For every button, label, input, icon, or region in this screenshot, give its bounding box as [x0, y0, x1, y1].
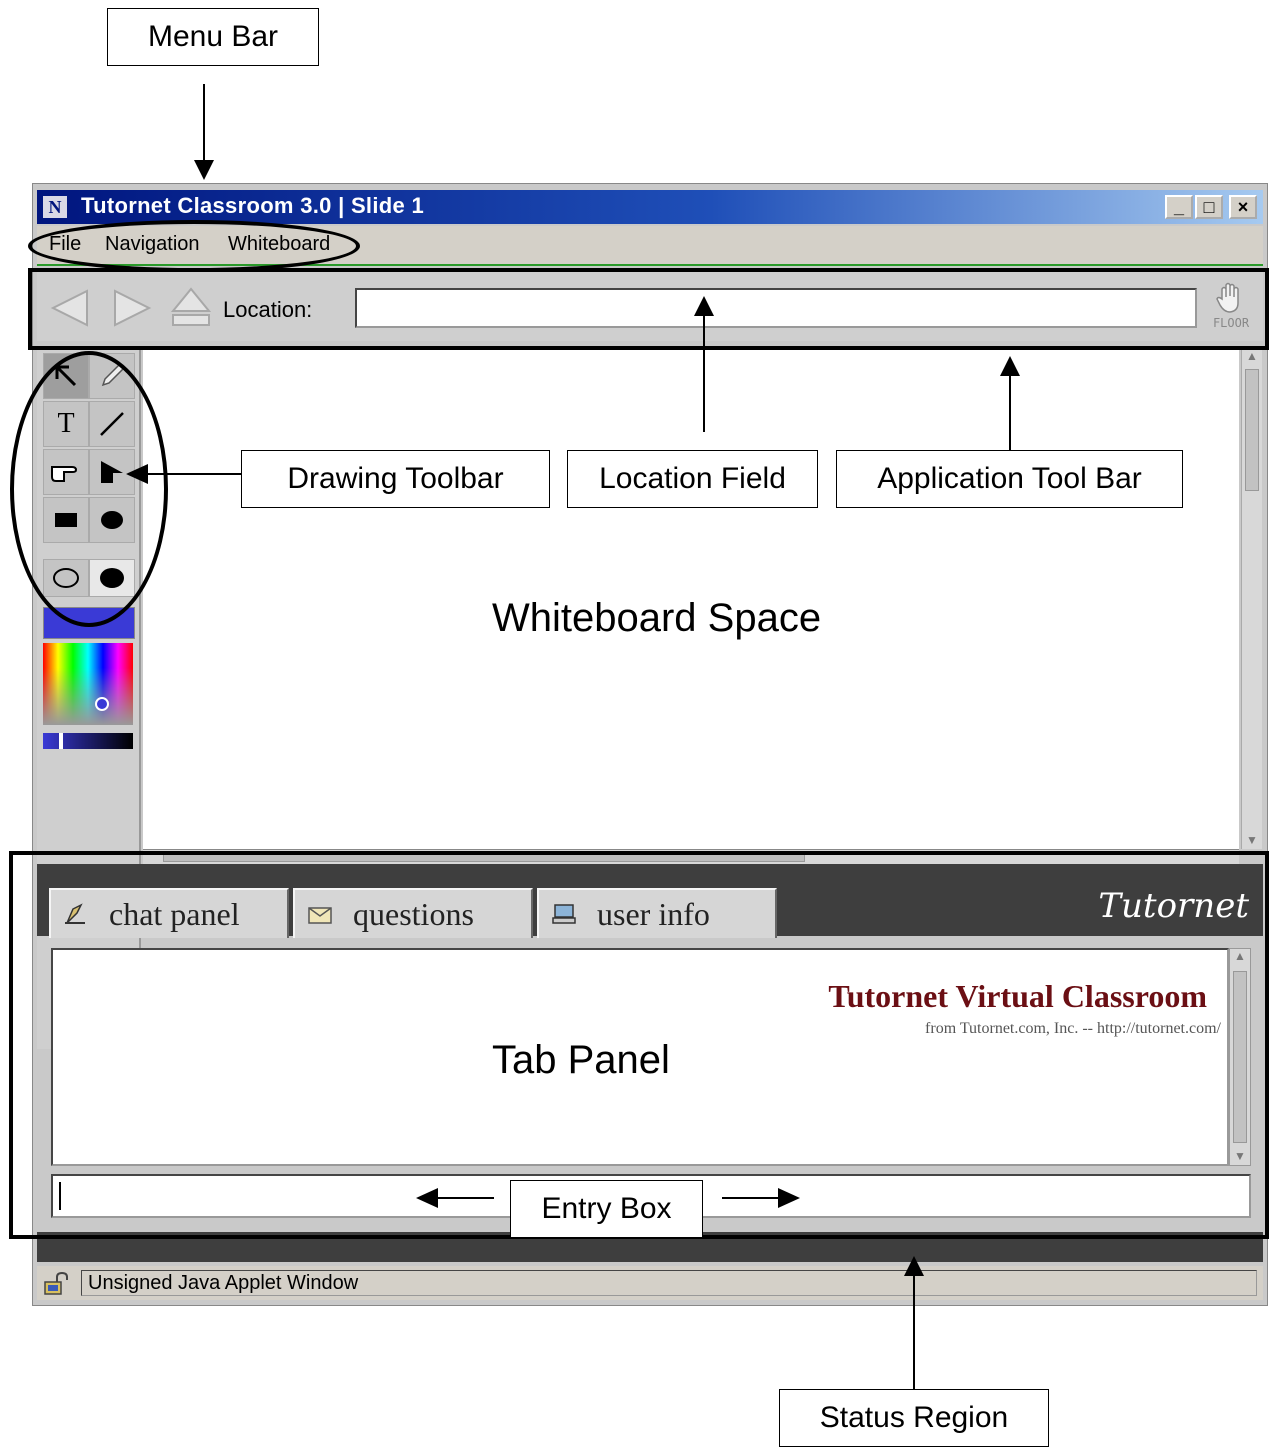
tab-panel-label: Tab Panel: [492, 1038, 670, 1082]
close-button[interactable]: ×: [1229, 195, 1257, 219]
callout-application-tool-bar-arrow: [1000, 356, 1020, 376]
callout-location-field-arrow: [694, 296, 714, 316]
title-bar[interactable]: N Tutornet Classroom 3.0 | Slide 1 _ □ ×: [37, 190, 1263, 224]
callout-location-field: Location Field: [567, 450, 818, 508]
callout-entry-box-right-line: [722, 1197, 780, 1199]
callout-drawing-toolbar: Drawing Toolbar: [241, 450, 550, 508]
callout-entry-box-label: Entry Box: [541, 1192, 672, 1225]
scroll-down-icon[interactable]: ▼: [1242, 833, 1262, 849]
callout-entry-box-left-line: [436, 1197, 494, 1199]
callout-menu-bar-arrow: [194, 160, 214, 180]
callout-entry-box: Entry Box: [510, 1180, 703, 1238]
callout-drawing-toolbar-arrow: [126, 464, 148, 484]
color-picker[interactable]: [43, 643, 133, 725]
brightness-slider[interactable]: [43, 733, 133, 749]
callout-status-region-line: [913, 1274, 915, 1390]
callout-drawing-toolbar-label: Drawing Toolbar: [287, 462, 504, 495]
app-icon: N: [43, 196, 67, 218]
callout-status-region: Status Region: [779, 1389, 1049, 1447]
brightness-slider-handle[interactable]: [59, 733, 63, 749]
callout-entry-box-right-arrow: [778, 1188, 800, 1208]
scrollbar-thumb[interactable]: [1245, 369, 1259, 491]
callout-entry-box-left-arrow: [416, 1188, 438, 1208]
callout-application-tool-bar-line: [1009, 372, 1011, 450]
callout-location-field-line: [703, 312, 705, 432]
callout-application-tool-bar-label: Application Tool Bar: [877, 462, 1142, 495]
minimize-button[interactable]: _: [1165, 195, 1193, 219]
scroll-up-icon[interactable]: ▲: [1242, 349, 1262, 365]
callout-menu-bar: Menu Bar: [107, 8, 319, 66]
callout-menu-bar-label: Menu Bar: [147, 20, 279, 53]
whiteboard-space-label: Whiteboard Space: [492, 596, 822, 640]
menu-bar-highlight-ellipse: [28, 220, 360, 272]
callout-application-tool-bar: Application Tool Bar: [836, 450, 1183, 508]
status-bar: Unsigned Java Applet Window: [37, 1266, 1263, 1300]
callout-status-region-label: Status Region: [819, 1401, 1009, 1434]
maximize-button[interactable]: □: [1195, 195, 1223, 219]
window-title: Tutornet Classroom 3.0 | Slide 1: [81, 193, 424, 218]
color-picker-handle[interactable]: [95, 697, 109, 711]
callout-location-field-label: Location Field: [599, 462, 786, 495]
callout-status-region-arrow: [904, 1256, 924, 1276]
drawing-toolbar-highlight-ellipse: [10, 351, 168, 627]
callout-menu-bar-line: [203, 84, 205, 162]
application-toolbar-highlight-frame: [28, 268, 1269, 350]
whiteboard-vertical-scrollbar[interactable]: ▲ ▼: [1241, 349, 1262, 849]
status-text: Unsigned Java Applet Window: [81, 1270, 1257, 1296]
unlocked-padlock-icon: [44, 1272, 68, 1295]
callout-drawing-toolbar-line: [146, 473, 241, 475]
